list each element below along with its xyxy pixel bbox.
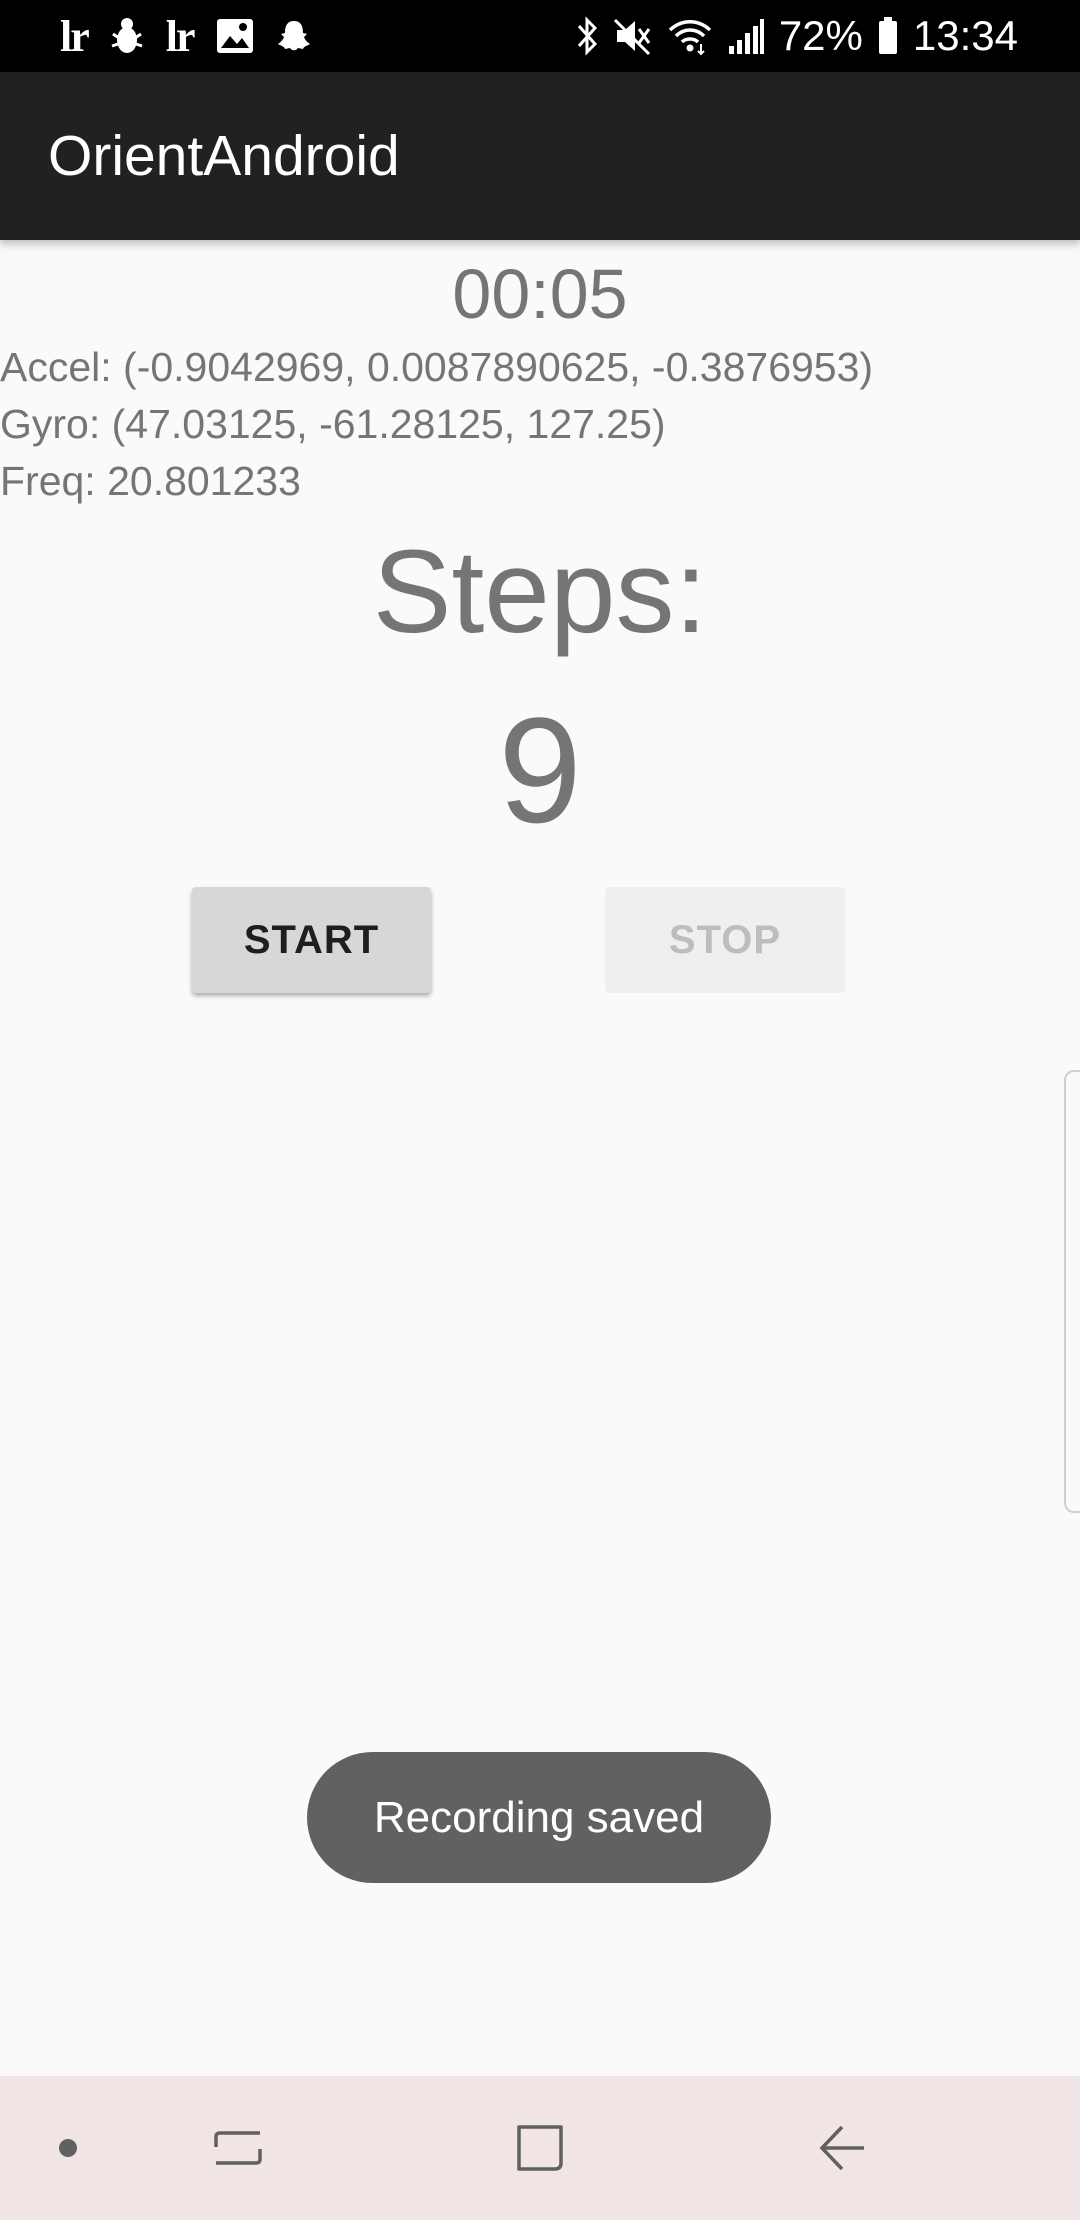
battery-percent: 72% xyxy=(778,12,863,59)
edge-panel-handle[interactable] xyxy=(1064,1070,1080,1513)
dot-icon[interactable] xyxy=(28,2076,108,2220)
recents-icon[interactable] xyxy=(198,2076,278,2220)
status-bar: lr lr 72% 13:34 xyxy=(0,0,1080,72)
snapchat-icon xyxy=(276,14,312,58)
clock: 13:34 xyxy=(912,12,1018,59)
bug-icon xyxy=(110,14,144,58)
signal-icon xyxy=(727,14,765,58)
accel-readout: Accel: (-0.9042969, 0.0087890625, -0.387… xyxy=(0,344,874,390)
back-icon[interactable] xyxy=(802,2076,882,2220)
elapsed-timer: 00:05 xyxy=(452,255,628,333)
wifi-icon xyxy=(667,14,713,58)
system-icons: 72% 13:34 xyxy=(575,0,1018,72)
steps-label: Steps: xyxy=(372,526,708,658)
app-title: OrientAndroid xyxy=(48,124,400,188)
lightroom-icon: lr xyxy=(165,11,196,61)
steps-count: 9 xyxy=(498,686,582,854)
image-icon xyxy=(216,14,254,58)
battery-icon xyxy=(877,14,899,58)
navigation-bar xyxy=(0,2076,1080,2220)
app-bar: OrientAndroid xyxy=(0,72,1080,240)
start-button[interactable]: START xyxy=(192,887,431,993)
gyro-readout: Gyro: (47.03125, -61.28125, 127.25) xyxy=(0,401,666,447)
bluetooth-icon xyxy=(575,14,599,58)
stop-button[interactable]: STOP xyxy=(605,887,845,993)
freq-readout: Freq: 20.801233 xyxy=(0,458,301,504)
toast-message: Recording saved xyxy=(307,1752,771,1883)
notification-icons: lr lr xyxy=(60,0,312,72)
lightroom-icon: lr xyxy=(60,11,90,61)
home-icon[interactable] xyxy=(500,2076,580,2220)
mute-icon xyxy=(613,14,653,58)
